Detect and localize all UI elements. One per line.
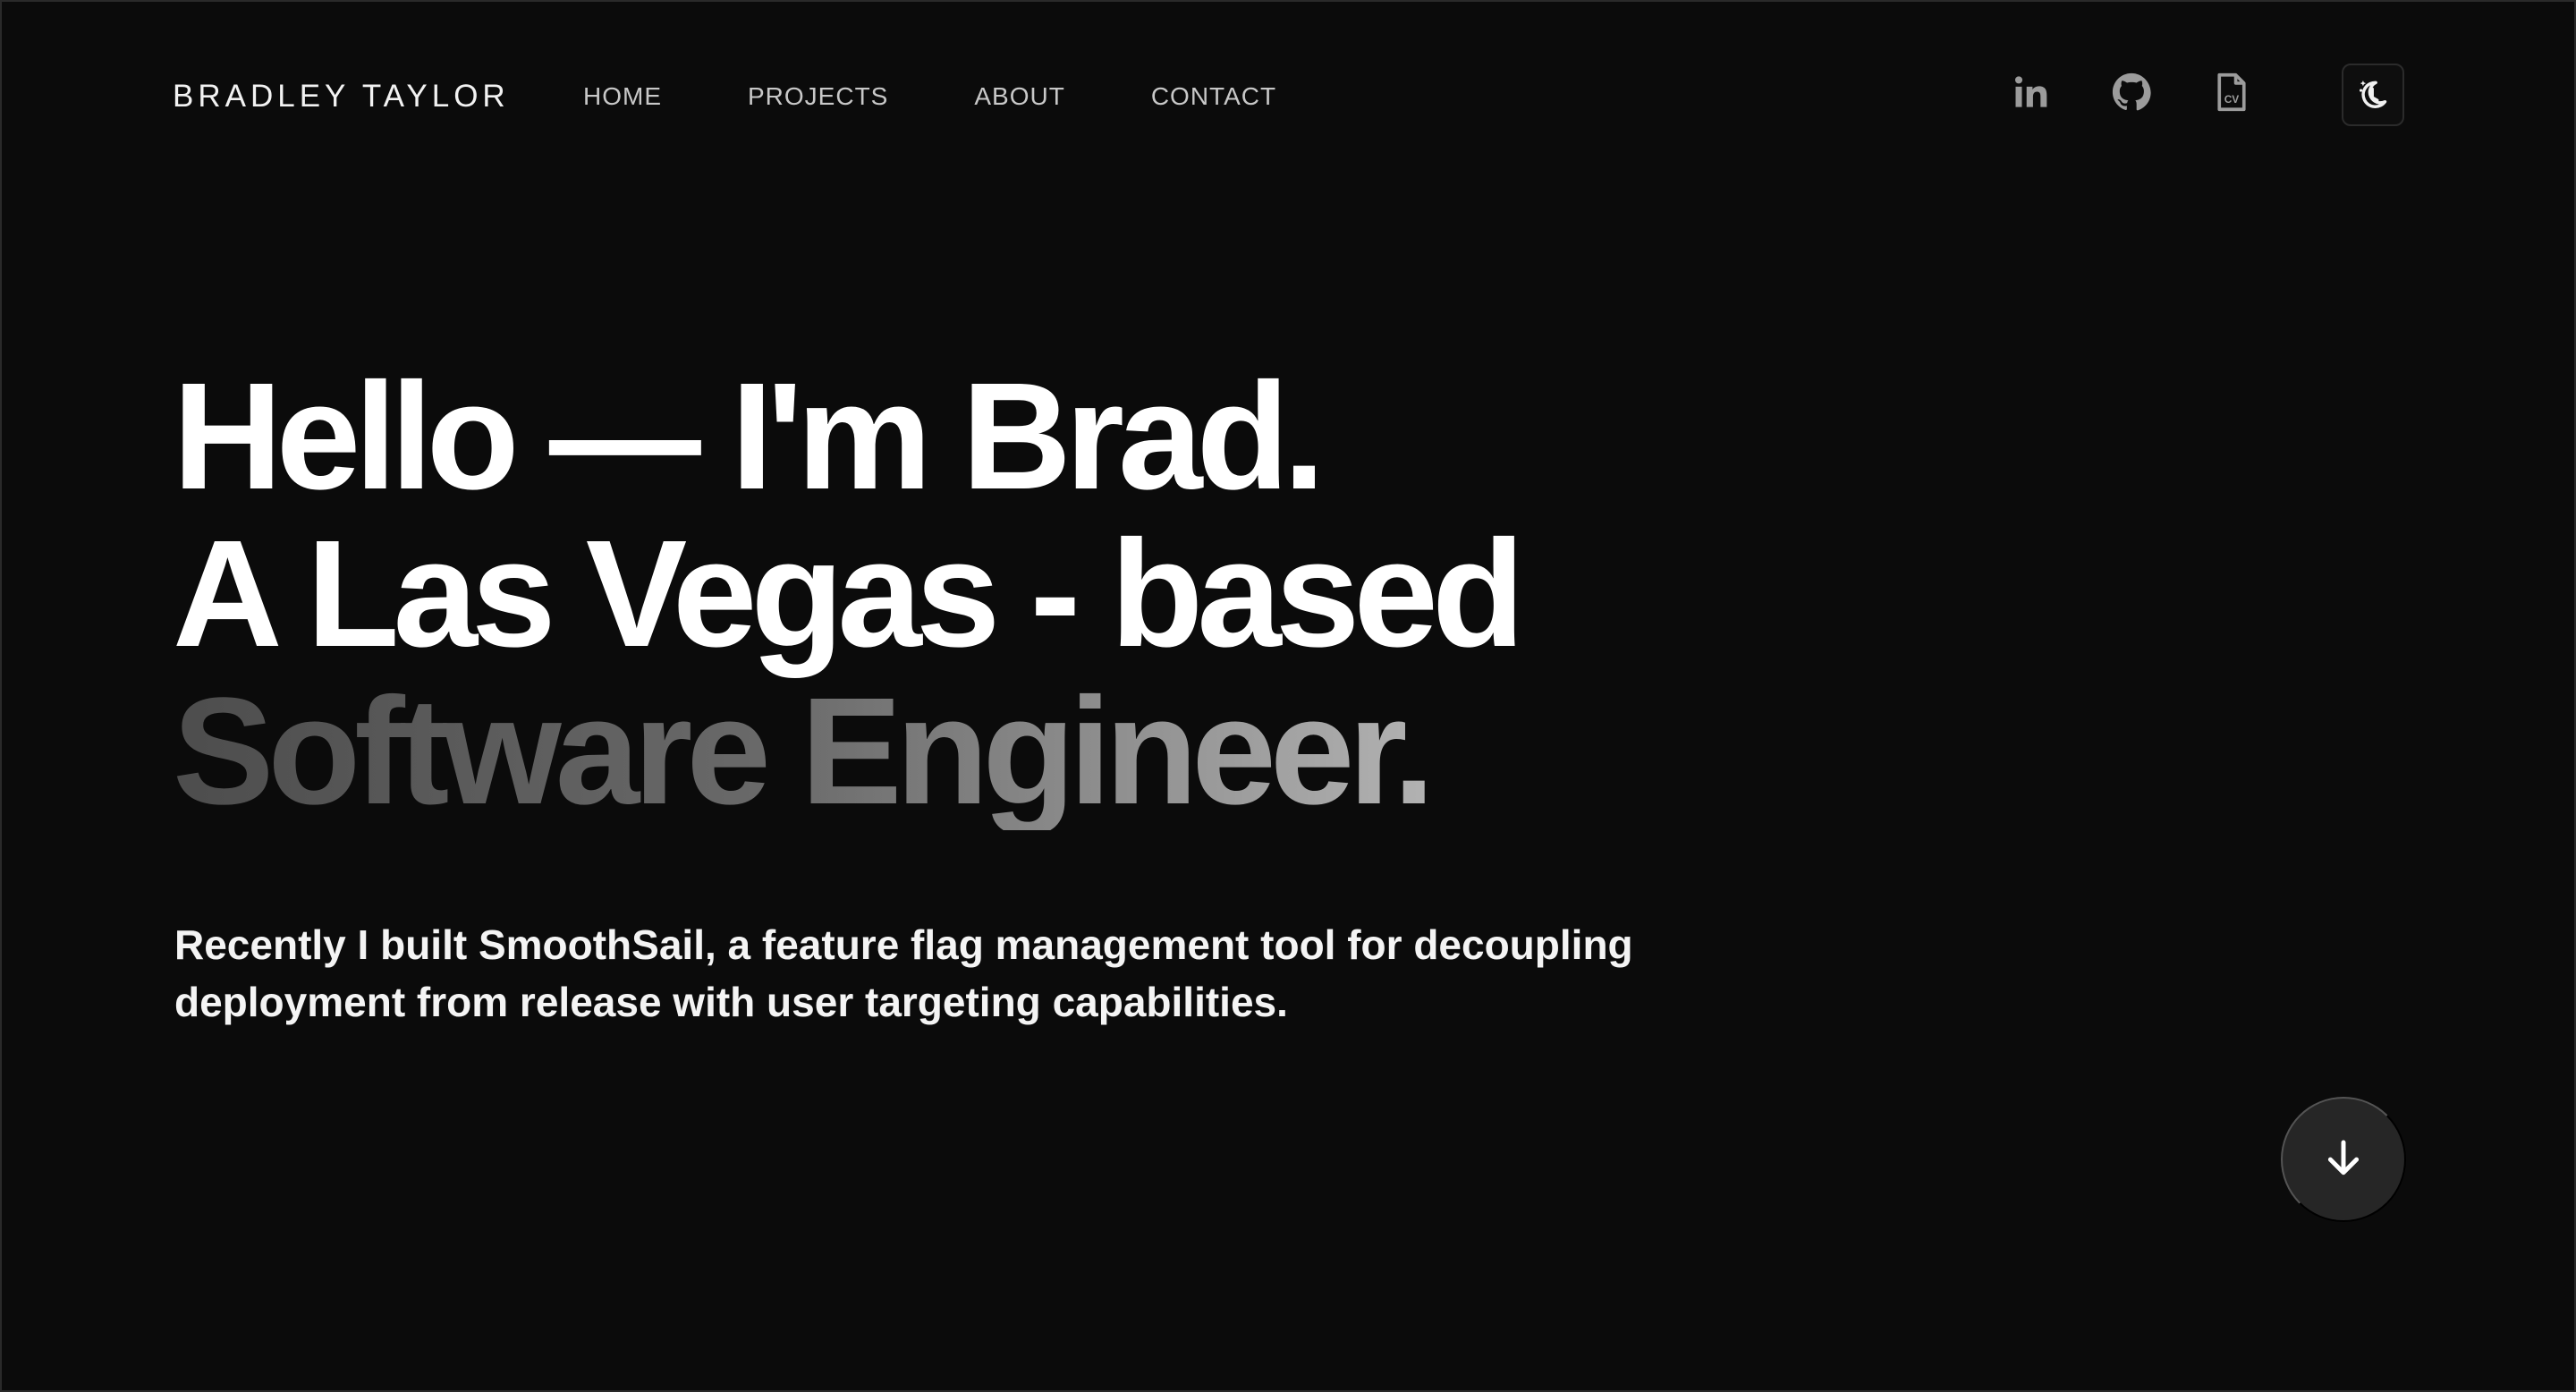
- nav-about[interactable]: ABOUT: [974, 81, 1064, 113]
- nav-home[interactable]: HOME: [583, 81, 662, 113]
- hero-section: Hello — I'm Brad. A Las Vegas - based So…: [173, 352, 1525, 830]
- cv-label: CV: [2224, 93, 2240, 106]
- site-header: BRADLEY TAYLOR HOME PROJECTS ABOUT CONTA…: [2, 2, 2574, 190]
- hero-heading: Hello — I'm Brad. A Las Vegas - based So…: [173, 352, 1525, 830]
- theme-toggle-button[interactable]: [2342, 64, 2404, 126]
- github-icon[interactable]: [2111, 72, 2152, 113]
- hero-line-location: A Las Vegas - based: [173, 509, 1525, 679]
- moon-stars-icon: [2356, 77, 2390, 114]
- hero-line-greeting: Hello — I'm Brad.: [173, 352, 1326, 522]
- nav-projects[interactable]: PROJECTS: [748, 81, 888, 113]
- social-links: CV: [2011, 72, 2252, 113]
- scroll-down-button[interactable]: [2281, 1097, 2406, 1222]
- brand-name[interactable]: BRADLEY TAYLOR: [173, 79, 510, 115]
- main-nav: HOME PROJECTS ABOUT CONTACT: [583, 81, 1362, 113]
- arrow-down-icon: [2319, 1134, 2368, 1185]
- linkedin-icon[interactable]: [2011, 72, 2052, 113]
- intro-text: Recently I built SmoothSail, a feature f…: [174, 921, 1633, 1025]
- cv-document-icon[interactable]: CV: [2211, 72, 2252, 113]
- nav-contact[interactable]: CONTACT: [1151, 81, 1276, 113]
- hero-line-role: Software Engineer.: [173, 673, 1519, 830]
